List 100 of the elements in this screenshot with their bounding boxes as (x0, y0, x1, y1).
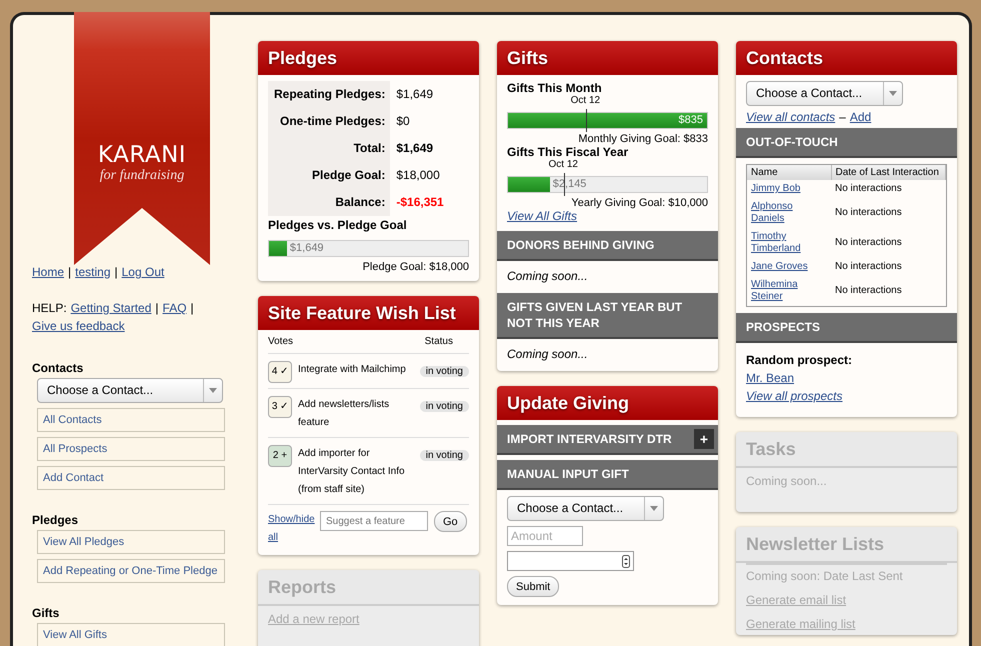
nav-item[interactable]: All Prospects (37, 437, 225, 461)
caret-icon (650, 506, 658, 511)
vote-button[interactable]: 2 + (268, 445, 292, 467)
link[interactable]: Getting Started (70, 299, 152, 317)
section-header: IMPORT INTERVARSITY DTR (507, 431, 672, 447)
go-button[interactable]: Go (434, 511, 467, 532)
pledge-value: $0 (395, 113, 411, 130)
link[interactable]: testing (75, 263, 110, 281)
pledge-value: -$16,351 (395, 194, 445, 211)
status-badge: in voting (420, 401, 469, 412)
logo-tagline: for fundraising (98, 168, 186, 184)
contact-link[interactable]: Timothy Timberland (751, 231, 821, 255)
pledge-label: Total: (268, 135, 390, 162)
table-cell-text: No interactions (834, 284, 903, 298)
expand-button[interactable]: + (694, 429, 714, 449)
nav-item[interactable]: View All Pledges (37, 530, 225, 554)
chart-title: Pledges vs. Pledge Goal (268, 218, 408, 232)
status-badge: in voting (420, 366, 469, 377)
caret-icon (889, 91, 897, 96)
block-title: Gifts This Month (507, 81, 603, 95)
contact-link[interactable]: Jimmy Bob (751, 183, 821, 195)
section-header: OUT-OF-TOUCH (736, 128, 957, 158)
panel-title: Contacts (736, 41, 957, 75)
link[interactable]: View All Gifts (507, 209, 578, 223)
panel-title: Pledges (258, 41, 479, 75)
prospect-link[interactable]: Mr. Bean (746, 371, 794, 385)
label: – (839, 110, 846, 124)
column-header: Name (747, 165, 831, 180)
nav-item[interactable]: Add Contact (37, 466, 225, 490)
link[interactable]: Home (32, 263, 64, 281)
link[interactable]: Log Out (122, 263, 164, 281)
suggest-field[interactable]: Suggest a feature (320, 511, 428, 531)
pledge-value: $1,649 (395, 86, 434, 103)
link[interactable]: Give us feedback (32, 317, 125, 335)
feature-text: Add importer for InterVarsity Contact Info (from staff site) (298, 447, 406, 497)
pledge-label: Pledge Goal: (268, 162, 390, 189)
column-header: Status (424, 336, 453, 347)
contact-link[interactable]: Jane Groves (751, 261, 821, 273)
logo-name: KARANI (96, 142, 188, 168)
pledge-label: Repeating Pledges: (268, 81, 390, 108)
label: | (68, 264, 72, 281)
contact-link[interactable]: Alphonso Daniels (751, 201, 821, 225)
goal-label: Pledge Goal: $18,000 (362, 261, 469, 273)
placeholder-text: Coming soon... (506, 346, 589, 363)
table-cell: No interactions (831, 180, 946, 198)
table-cell-text: No interactions (834, 260, 903, 274)
panel-title: Reports (258, 570, 479, 606)
date-field[interactable] (507, 551, 634, 571)
goal-label: Monthly Giving Goal: $833 (577, 133, 708, 145)
column-header: Date of Last Interaction (831, 165, 946, 180)
date-label: Oct 12 (570, 95, 600, 106)
section-header: MANUAL INPUT GIFT (497, 460, 718, 490)
label: | (155, 300, 159, 317)
block-title: Gifts This Fiscal Year (507, 145, 630, 159)
amount-field[interactable]: Amount (507, 526, 583, 546)
panel-title: Tasks (736, 432, 957, 468)
contact-select[interactable]: Choose a Contact... (37, 378, 223, 403)
section-title: Contacts (32, 361, 84, 375)
status-badge: in voting (420, 450, 469, 461)
contact-link[interactable]: Wilhemina Steiner (751, 279, 821, 303)
feature-text: Add newsletters/lists feature (298, 398, 390, 430)
vote-button[interactable]: 3 ✓ (268, 396, 292, 418)
pledge-value: $18,000 (395, 167, 441, 184)
feature-text: Integrate with Mailchimp (298, 363, 407, 377)
label: | (190, 300, 194, 317)
panel-title: Site Feature Wish List (258, 296, 479, 330)
stepper-icon (622, 554, 630, 568)
panel-title: Gifts (497, 41, 718, 75)
nav-item[interactable]: Add Repeating or One-Time Pledge (37, 559, 225, 583)
nav-item[interactable]: All Contacts (37, 408, 225, 432)
pledge-value: $1,649 (395, 140, 434, 157)
link[interactable]: FAQ (162, 299, 187, 317)
section-header: PROSPECTS (736, 313, 957, 343)
table-cell-text: No interactions (834, 236, 903, 250)
panel-title: Update Giving (497, 386, 718, 420)
section-title: Pledges (32, 513, 80, 527)
section-title: Gifts (32, 606, 60, 620)
progress-value: $835 (678, 113, 703, 128)
caret-icon (209, 388, 217, 393)
submit-button[interactable]: Submit (507, 576, 560, 597)
placeholder-text: Coming soon: Date Last Sent (746, 569, 904, 583)
link[interactable]: View all contacts (746, 110, 836, 124)
pledge-label: Balance: (268, 189, 390, 216)
panel-title: Newsletter Lists (736, 527, 957, 563)
date-label: Oct 12 (548, 159, 578, 170)
placeholder-text: Coming soon... (746, 474, 827, 488)
vote-button[interactable]: 4 ✓ (268, 361, 292, 383)
nav-item[interactable]: View All Gifts (37, 623, 225, 646)
column-header: Votes (268, 336, 294, 347)
label: Random prospect: (746, 352, 854, 369)
goal-label: Yearly Giving Goal: $10,000 (570, 197, 708, 209)
label: HELP: (32, 300, 67, 317)
toggle-link[interactable]: Show/hide all (268, 511, 314, 547)
link[interactable]: View all prospects (746, 389, 842, 403)
section-header: DONORS BEHIND GIVING (497, 231, 718, 261)
contact-select[interactable]: Choose a Contact... (746, 81, 903, 106)
link[interactable]: Add (850, 110, 872, 124)
pledge-label: One-time Pledges: (268, 108, 390, 135)
progress-value: $1,649 (290, 241, 324, 256)
contact-select[interactable]: Choose a Contact... (507, 496, 664, 521)
